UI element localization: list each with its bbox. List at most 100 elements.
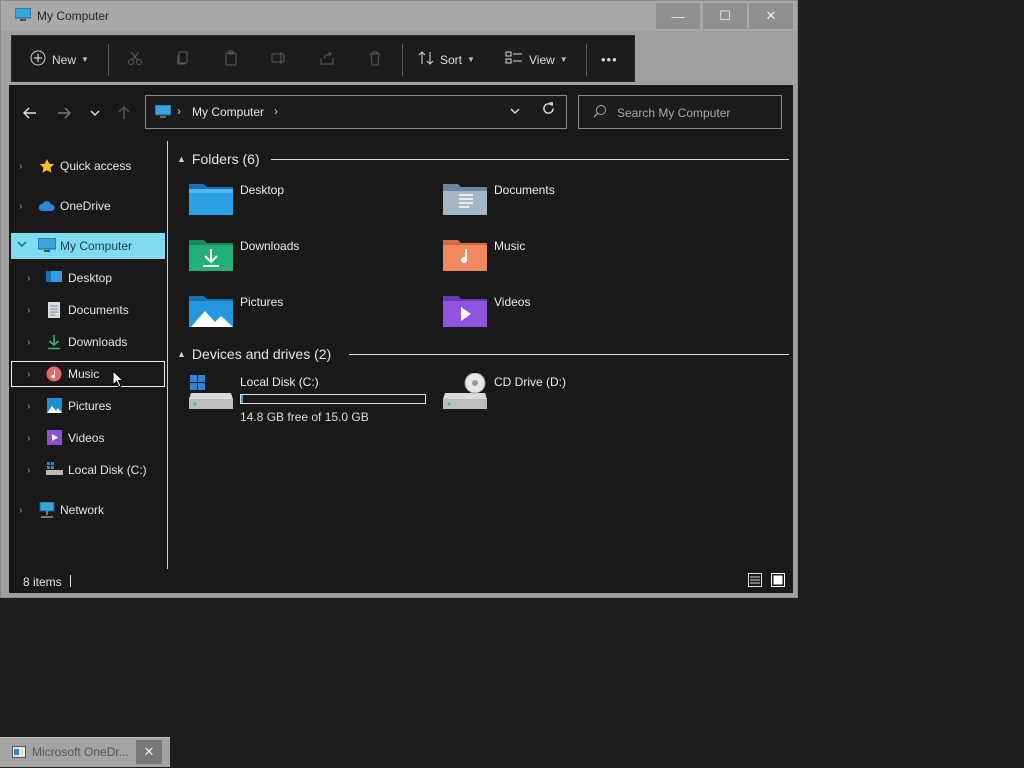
sort-label: Sort bbox=[440, 52, 463, 67]
folder-tile-documents[interactable]: Documents bbox=[429, 181, 679, 229]
pane-divider[interactable] bbox=[167, 141, 168, 569]
trash-icon bbox=[367, 50, 383, 69]
chevron-down-icon: ▼ bbox=[559, 55, 568, 64]
view-button[interactable]: View ▼ bbox=[505, 36, 568, 83]
sidebar-item-label: Pictures bbox=[68, 399, 112, 413]
sidebar-item-downloads[interactable]: › Downloads bbox=[11, 329, 165, 355]
sidebar-item-my-computer[interactable]: My Computer bbox=[11, 233, 165, 259]
copy-button[interactable] bbox=[175, 36, 191, 83]
scissors-icon bbox=[127, 50, 143, 69]
group-divider bbox=[271, 159, 789, 160]
drive-tile-cd[interactable]: CD Drive (D:) bbox=[429, 372, 679, 421]
chevron-right-icon[interactable]: › bbox=[19, 161, 22, 172]
sidebar-item-documents[interactable]: › Documents bbox=[11, 297, 165, 323]
sidebar-item-label: My Computer bbox=[60, 239, 133, 253]
folder-tile-downloads[interactable]: Downloads bbox=[175, 237, 425, 285]
chevron-right-icon[interactable]: › bbox=[19, 505, 22, 516]
breadcrumb-my-computer[interactable]: My Computer bbox=[192, 105, 264, 119]
command-bar: New ▼ Sort ▼ View ▼ ••• bbox=[11, 35, 635, 82]
chevron-right-icon[interactable]: › bbox=[27, 273, 30, 284]
drives-group-header[interactable]: ▲ Devices and drives (2) bbox=[177, 344, 789, 364]
sidebar-item-music[interactable]: › Music bbox=[11, 361, 165, 387]
paste-button[interactable] bbox=[223, 36, 239, 83]
up-button[interactable] bbox=[114, 103, 134, 123]
close-button[interactable]: ✕ bbox=[749, 3, 793, 29]
sidebar-item-videos[interactable]: › Videos bbox=[11, 425, 165, 451]
rename-button[interactable] bbox=[271, 36, 287, 83]
address-history-button[interactable] bbox=[510, 104, 520, 118]
sort-icon bbox=[418, 50, 434, 69]
window-icon bbox=[12, 746, 26, 761]
back-button[interactable] bbox=[20, 103, 40, 123]
chevron-down-icon[interactable] bbox=[17, 240, 27, 251]
address-bar[interactable]: › My Computer › bbox=[145, 95, 567, 129]
folder-tile-desktop[interactable]: Desktop bbox=[175, 181, 425, 229]
chevron-right-icon[interactable]: › bbox=[274, 104, 278, 118]
details-view-button[interactable] bbox=[748, 573, 762, 587]
arrow-up-icon bbox=[118, 106, 130, 119]
new-button[interactable]: New ▼ bbox=[30, 36, 89, 83]
forward-button[interactable] bbox=[54, 103, 74, 123]
taskbar-item-onedrive[interactable]: Microsoft OneDr... ✕ bbox=[0, 737, 170, 767]
sidebar-item-label: Documents bbox=[68, 303, 129, 317]
sidebar-item-label: Desktop bbox=[68, 271, 113, 285]
new-label: New bbox=[52, 52, 77, 67]
chevron-right-icon[interactable]: › bbox=[27, 401, 30, 412]
windows-drive-icon bbox=[189, 373, 233, 414]
folder-tile-music[interactable]: Music bbox=[429, 237, 679, 285]
delete-button[interactable] bbox=[367, 36, 383, 83]
recent-locations-button[interactable] bbox=[85, 103, 105, 123]
collapse-triangle-icon[interactable]: ▲ bbox=[177, 349, 186, 359]
cut-button[interactable] bbox=[127, 36, 143, 83]
chevron-right-icon[interactable]: › bbox=[27, 337, 30, 348]
tiles-view-button[interactable] bbox=[771, 573, 785, 587]
folders-group-header[interactable]: ▲ Folders (6) bbox=[177, 149, 789, 169]
chevron-right-icon[interactable]: › bbox=[19, 201, 22, 212]
taskbar-close-button[interactable]: ✕ bbox=[136, 740, 162, 764]
sidebar-item-local-disk[interactable]: › Local Disk (C:) bbox=[11, 457, 165, 483]
copy-icon bbox=[175, 50, 191, 69]
picture-icon bbox=[47, 398, 62, 416]
chevron-right-icon[interactable]: › bbox=[27, 369, 30, 380]
maximize-button[interactable]: ☐ bbox=[703, 3, 747, 29]
chevron-right-icon[interactable]: › bbox=[27, 305, 30, 316]
sidebar-item-desktop[interactable]: › Desktop bbox=[11, 265, 165, 291]
sidebar-item-label: Downloads bbox=[68, 335, 128, 349]
navigation-pane: › Quick access › OneDrive My Computer › … bbox=[9, 141, 167, 569]
sidebar-item-label: Network bbox=[60, 503, 105, 517]
search-icon bbox=[593, 104, 607, 121]
search-input[interactable] bbox=[615, 103, 779, 123]
more-options-button[interactable]: ••• bbox=[601, 36, 618, 83]
status-separator bbox=[70, 575, 71, 587]
sidebar-item-pictures[interactable]: › Pictures bbox=[11, 393, 165, 419]
rename-icon bbox=[271, 50, 287, 69]
sidebar-item-label: Local Disk (C:) bbox=[68, 463, 147, 477]
computer-icon bbox=[14, 7, 32, 25]
chevron-right-icon[interactable]: › bbox=[27, 433, 30, 444]
collapse-triangle-icon[interactable]: ▲ bbox=[177, 154, 186, 164]
computer-icon bbox=[37, 237, 57, 256]
folder-tile-pictures[interactable]: Pictures bbox=[175, 293, 425, 341]
title-bar[interactable]: My Computer — ☐ ✕ bbox=[1, 1, 797, 31]
sidebar-item-label: Music bbox=[68, 367, 100, 381]
chevron-right-icon[interactable]: › bbox=[177, 104, 181, 118]
file-view: ▲ Folders (6) Desktop Documents Download… bbox=[175, 141, 789, 569]
chevron-down-icon: ▼ bbox=[467, 55, 475, 64]
tile-label: Videos bbox=[494, 295, 531, 309]
sort-button[interactable]: Sort ▼ bbox=[418, 36, 475, 83]
folder-tile-videos[interactable]: Videos bbox=[429, 293, 679, 341]
explorer-body: › My Computer › › Quick access bbox=[9, 85, 793, 593]
chevron-right-icon[interactable]: › bbox=[27, 465, 30, 476]
disk-usage-fill bbox=[241, 395, 244, 403]
chevron-down-icon: ▼ bbox=[81, 55, 89, 64]
sidebar-item-network[interactable]: › Network bbox=[11, 497, 165, 523]
drive-tile-local-disk[interactable]: Local Disk (C:) 14.8 GB free of 15.0 GB bbox=[175, 373, 437, 424]
sidebar-item-onedrive[interactable]: › OneDrive bbox=[11, 193, 165, 219]
refresh-button[interactable] bbox=[542, 102, 555, 119]
minimize-button[interactable]: — bbox=[656, 3, 700, 29]
mouse-cursor bbox=[112, 369, 125, 391]
share-button[interactable] bbox=[319, 36, 335, 83]
search-box[interactable] bbox=[578, 95, 782, 129]
sidebar-item-quick-access[interactable]: › Quick access bbox=[11, 153, 165, 179]
toolbar-separator bbox=[586, 44, 587, 76]
